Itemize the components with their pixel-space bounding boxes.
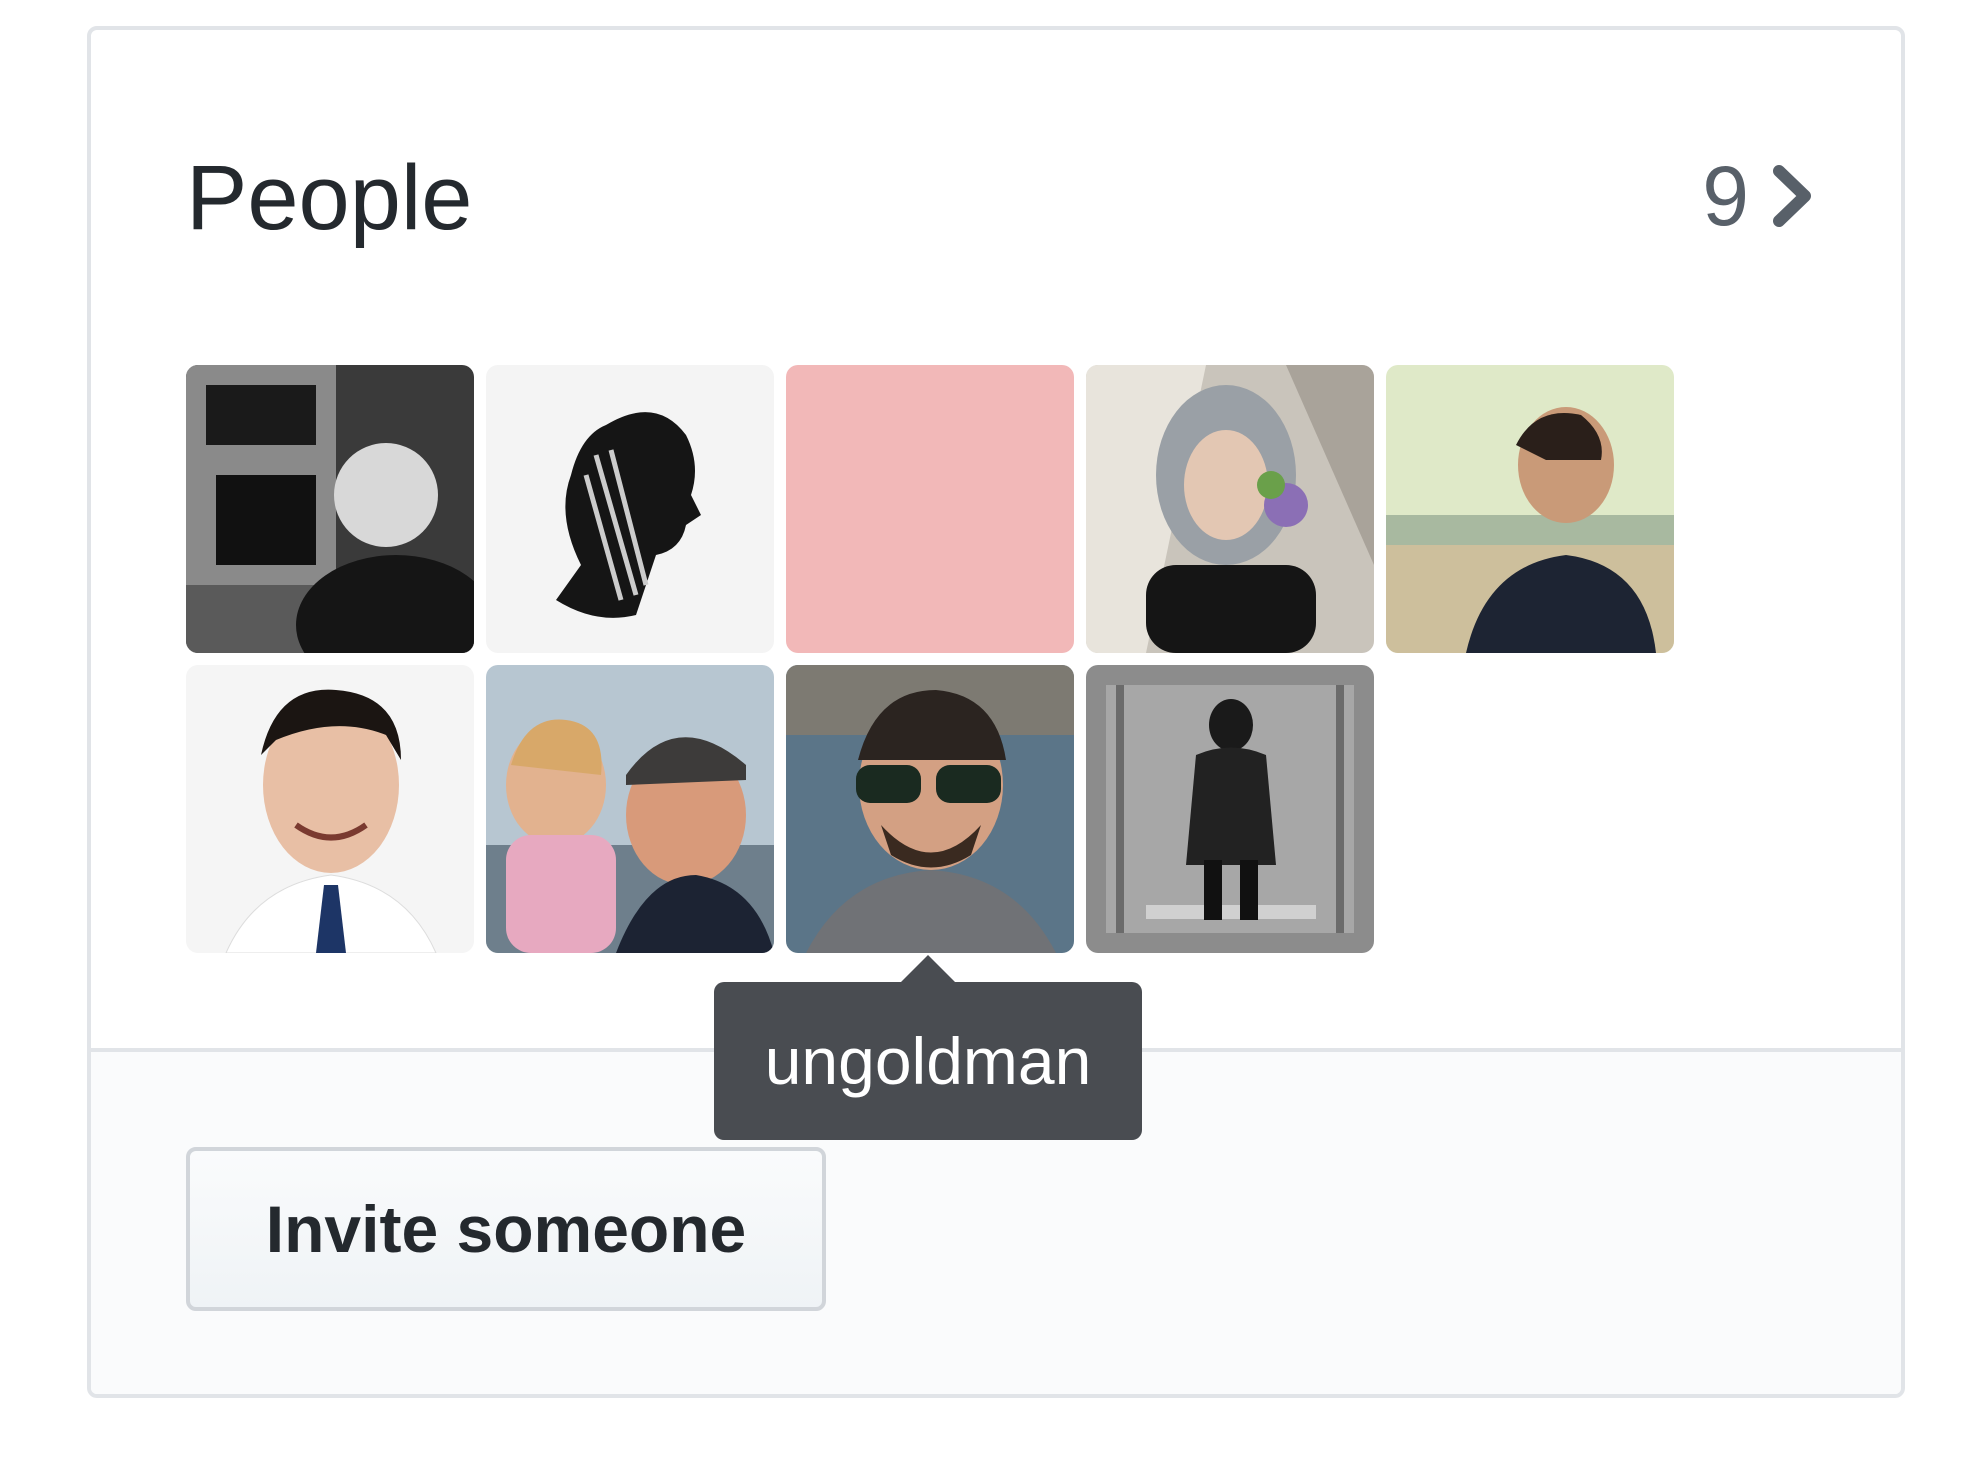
invite-someone-button[interactable]: Invite someone [186,1147,826,1311]
avatar-3[interactable] [786,365,1074,653]
avatar-7[interactable] [486,665,774,953]
tooltip-arrow [900,955,956,983]
avatar-9[interactable] [1086,665,1374,953]
avatar-2[interactable] [486,365,774,653]
avatar-5[interactable] [1386,365,1674,653]
avatar-7-image [486,665,774,953]
avatar-8-image [786,665,1074,953]
people-panel: People 9 Invite someone [87,26,1905,1398]
avatar-1[interactable] [186,365,474,653]
avatar-tooltip: ungoldman [714,955,1142,1140]
chevron-right-icon [1773,165,1811,227]
avatar-1-image [186,365,474,653]
avatar-3-image [786,365,1074,653]
avatar-6-image [186,665,474,953]
avatar-4[interactable] [1086,365,1374,653]
people-title: People [186,147,473,249]
avatar-4-image [1086,365,1374,653]
avatar-8[interactable] [786,665,1074,953]
people-count-link[interactable]: 9 [1702,148,1815,244]
tooltip-text: ungoldman [714,982,1142,1140]
avatar-6[interactable] [186,665,474,953]
avatar-5-image [1386,365,1674,653]
avatar-9-image [1086,665,1374,953]
avatar-2-image [486,365,774,653]
panel-header: People 9 [91,30,1901,250]
people-count: 9 [1702,149,1749,243]
